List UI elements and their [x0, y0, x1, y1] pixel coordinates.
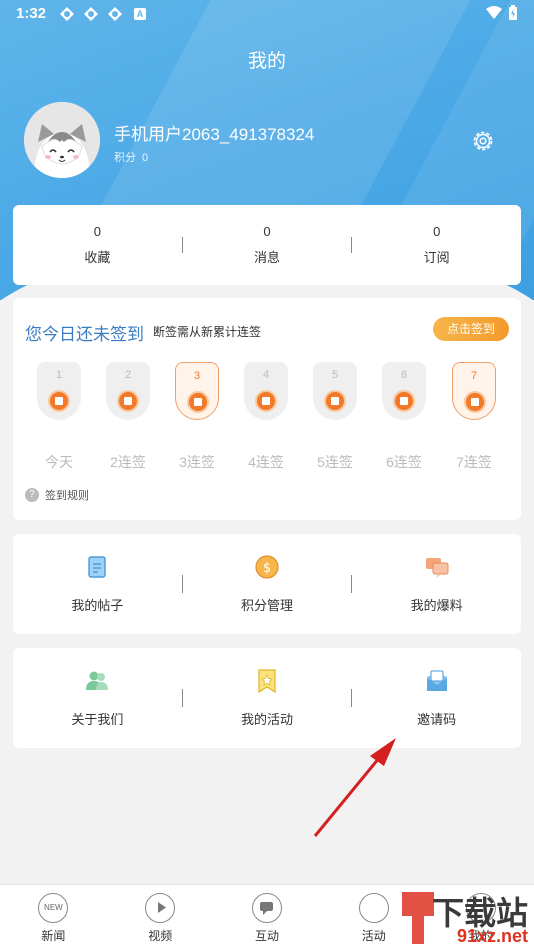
- svg-text:$: $: [263, 561, 271, 576]
- day-number: 3: [193, 370, 201, 382]
- checkin-day-4: 4: [244, 362, 288, 420]
- report-icon: [425, 558, 449, 578]
- tab-video[interactable]: 视频: [107, 885, 214, 950]
- tab-label: 新闻: [41, 929, 66, 943]
- day-number: 7: [470, 370, 478, 382]
- day-label: 今天: [45, 454, 73, 470]
- checkin-subtitle: 断签需从新累计连签: [153, 325, 262, 339]
- menu-label: 积分管理: [241, 598, 294, 613]
- coin-icon: [48, 390, 70, 412]
- stat-label: 订阅: [423, 250, 450, 265]
- stats-card: 0 收藏 0 消息 0 订阅: [13, 205, 521, 285]
- day-label: 4连签: [248, 454, 284, 470]
- checkin-button[interactable]: 点击签到: [433, 317, 509, 341]
- video-icon: [145, 893, 176, 923]
- menu-label: 邀请码: [417, 712, 457, 727]
- gear-icon[interactable]: [470, 128, 496, 154]
- day-number: 1: [55, 369, 63, 381]
- coin-icon: [464, 391, 486, 413]
- status-bar: 1:32 A: [0, 0, 534, 28]
- status-right: [486, 5, 518, 21]
- cat-avatar-icon: [24, 102, 100, 178]
- status-time: 1:32: [16, 5, 47, 22]
- checkin-day-2: 2: [106, 362, 150, 420]
- coin-icon: [393, 390, 415, 412]
- stat-label: 收藏: [84, 250, 111, 265]
- day-number: 2: [124, 369, 132, 381]
- points-value: 0: [142, 152, 149, 164]
- points-label: 积分: [114, 152, 136, 164]
- notification-app-icon: [60, 7, 74, 21]
- coin-icon: [117, 390, 139, 412]
- stat-subscriptions[interactable]: 0 订阅: [352, 224, 521, 266]
- checkin-card: 您今日还未签到 断签需从新累计连签 点击签到 1 2 3 4 5 6 7 今天 …: [13, 298, 521, 520]
- day-number: 5: [331, 369, 339, 381]
- tab-label: 互动: [254, 929, 279, 943]
- tab-label: 视频: [148, 929, 173, 943]
- menu-my-activities[interactable]: 我的活动: [183, 668, 352, 728]
- day-label: 5连签: [317, 454, 353, 470]
- about-icon: [86, 671, 109, 690]
- day-label: 6连签: [386, 454, 422, 470]
- menu-my-posts[interactable]: 我的帖子: [13, 554, 182, 614]
- stat-value: 0: [93, 224, 101, 239]
- checkin-day-7: 7: [452, 362, 496, 420]
- points-summary: 积分 0: [114, 149, 148, 165]
- stat-value: 0: [263, 224, 271, 239]
- day-number: 6: [400, 369, 408, 381]
- wifi-icon: [486, 6, 502, 19]
- avatar[interactable]: [24, 102, 100, 178]
- checkin-day-5: 5: [313, 362, 357, 420]
- menu-invite-code[interactable]: 邀请码: [352, 668, 521, 728]
- notification-a-icon: A: [134, 8, 146, 20]
- activity-icon: [258, 669, 276, 694]
- coin-icon: [187, 391, 209, 413]
- coin-icon: [324, 390, 346, 412]
- checkin-day-6: 6: [382, 362, 426, 420]
- menu-card-1: 我的帖子 $ 积分管理 我的爆料: [13, 534, 521, 634]
- day-number: 4: [262, 369, 270, 381]
- watermark: 下载站 91xz.net: [396, 888, 534, 950]
- checkin-title: 您今日还未签到: [25, 325, 144, 344]
- stat-favorites[interactable]: 0 收藏: [13, 224, 182, 266]
- tab-news[interactable]: NEW 新闻: [0, 885, 107, 950]
- notification-a-label: A: [136, 9, 144, 19]
- watermark-sub: 91xz.net: [456, 926, 528, 946]
- checkin-day-1: 1: [37, 362, 81, 420]
- page-title: 我的: [247, 51, 286, 72]
- rules-label: 签到规则: [45, 490, 89, 502]
- stat-value: 0: [433, 224, 441, 239]
- stat-messages[interactable]: 0 消息: [183, 224, 352, 266]
- menu-label: 我的爆料: [410, 598, 463, 613]
- stat-label: 消息: [254, 250, 281, 265]
- notification-app-icon: [84, 7, 98, 21]
- menu-about-us[interactable]: 关于我们: [13, 668, 182, 728]
- menu-points-management[interactable]: $ 积分管理: [183, 554, 352, 614]
- question-icon: ?: [25, 488, 39, 502]
- battery-icon: [509, 5, 517, 20]
- username: 手机用户2063_491378324: [114, 125, 315, 144]
- invite-icon: [426, 670, 447, 691]
- points-icon: $: [255, 555, 279, 579]
- checkin-rules-link[interactable]: ? 签到规则: [25, 487, 89, 503]
- day-label: 7连签: [456, 454, 492, 470]
- menu-card-2: 关于我们 我的活动 邀请码: [13, 648, 521, 748]
- chat-icon: [251, 893, 282, 923]
- menu-my-reports[interactable]: 我的爆料: [352, 554, 521, 614]
- coin-icon: [255, 390, 277, 412]
- checkin-day-3: 3: [175, 362, 219, 420]
- menu-label: 关于我们: [71, 712, 124, 727]
- day-label: 2连签: [110, 454, 146, 470]
- notification-app-icon: [108, 7, 122, 21]
- activity-icon: [358, 893, 389, 923]
- tab-interaction[interactable]: 互动: [214, 885, 321, 950]
- news-icon: NEW: [38, 893, 69, 923]
- day-label: 3连签: [179, 454, 215, 470]
- menu-label: 我的活动: [241, 712, 294, 727]
- post-icon: [88, 556, 107, 578]
- menu-label: 我的帖子: [71, 598, 124, 613]
